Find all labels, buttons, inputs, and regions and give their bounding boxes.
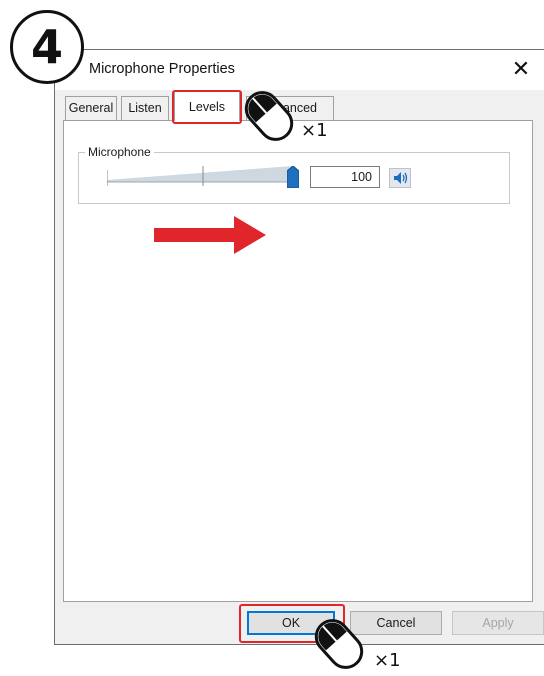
ok-click-count: ×1	[374, 650, 401, 671]
mouse-click-icon	[244, 91, 294, 141]
levels-tab-highlight	[172, 90, 242, 124]
speaker-icon	[394, 172, 408, 184]
tab-general[interactable]: General	[65, 96, 117, 120]
speaker-mute-button[interactable]	[389, 168, 411, 188]
step-number-badge: 4	[10, 10, 84, 84]
tab-click-count: ×1	[301, 120, 328, 141]
close-button[interactable]: ✕	[503, 54, 539, 84]
right-arrow-icon	[154, 216, 266, 254]
microphone-group-label: Microphone	[85, 145, 154, 159]
tab-listen[interactable]: Listen	[121, 96, 169, 120]
apply-button[interactable]: Apply	[452, 611, 544, 635]
dialog-title: Microphone Properties	[89, 61, 235, 77]
volume-slider-ramp	[107, 166, 293, 186]
level-value-input[interactable]: 100	[310, 166, 380, 188]
volume-slider-thumb[interactable]	[287, 166, 299, 188]
mouse-click-icon	[314, 619, 364, 669]
